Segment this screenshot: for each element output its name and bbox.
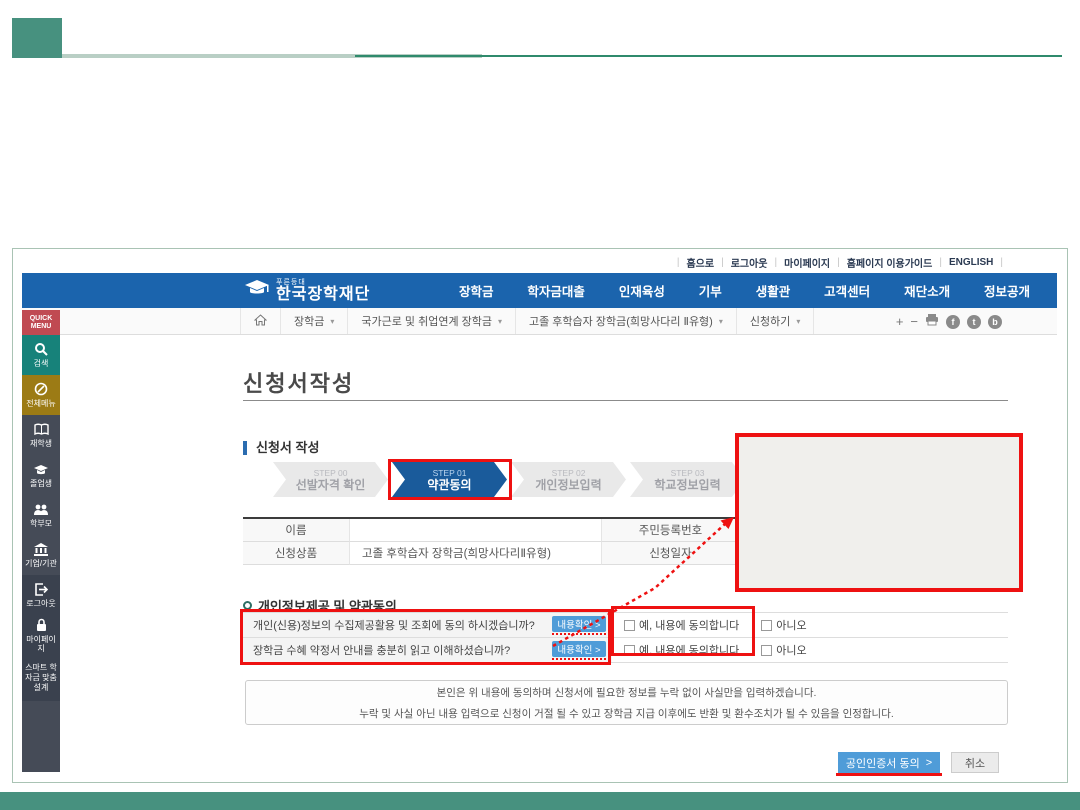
sidebar-item-graduate[interactable]: 졸업생	[22, 455, 60, 495]
page-title: 신청서작성	[243, 366, 354, 398]
utility-link-mypage[interactable]: 마이페이지	[784, 255, 830, 270]
logo-title: 한국장학재단	[276, 287, 370, 302]
zoom-out-icon[interactable]: −	[910, 315, 918, 328]
breadcrumb-items: 장학금▾ 국가근로 및 취업연계 장학금▾ 고졸 후학습자 장학금(희망사다리 …	[240, 308, 814, 334]
section-title-application: 신청서 작성	[243, 441, 319, 455]
zoom-in-icon[interactable]: +	[896, 315, 904, 328]
checkbox-icon[interactable]	[761, 620, 772, 631]
nav-item-disclosure[interactable]: 정보공개	[984, 281, 1030, 300]
graduation-cap-logo-icon	[244, 278, 270, 303]
separator: |	[775, 257, 778, 268]
search-icon	[34, 342, 48, 356]
utility-link-english[interactable]: ENGLISH	[949, 257, 993, 268]
nav-item-dormitory[interactable]: 생활관	[756, 281, 791, 300]
title-divider	[243, 400, 1008, 401]
notice-box: 본인은 위 내용에 동의하며 신청서에 필요한 정보를 누락 없이 사실만을 입…	[245, 680, 1008, 725]
twitter-icon[interactable]: t	[967, 315, 981, 329]
print-icon[interactable]	[925, 313, 939, 331]
page-tools: + − f t b	[896, 308, 1002, 335]
breadcrumb-work-scholarship[interactable]: 국가근로 및 취업연계 장학금▾	[348, 308, 516, 334]
breadcrumb-scholarship[interactable]: 장학금▾	[281, 308, 348, 334]
people-icon	[33, 503, 49, 516]
logout-icon	[34, 583, 48, 596]
sidebar-item-all-menu[interactable]: 전체메뉴	[22, 375, 60, 415]
lock-icon	[35, 618, 48, 632]
facebook-icon[interactable]: f	[946, 315, 960, 329]
separator: |	[721, 257, 724, 268]
separator: |	[939, 257, 942, 268]
sidebar-item-logout[interactable]: 로그아웃	[22, 575, 60, 615]
breadcrumb-program[interactable]: 고졸 후학습자 장학금(희망사다리 Ⅱ유형)▾	[516, 308, 737, 334]
checkbox-icon[interactable]	[761, 645, 772, 656]
step-00-eligibility[interactable]: STEP 00 선발자격 확인	[273, 462, 388, 497]
chevron-down-icon: ▾	[330, 317, 334, 326]
table-header-apply-date: 신청일자	[602, 542, 740, 565]
notice-line-2: 누락 및 사실 아닌 내용 입력으로 신청이 거절 될 수 있고 장학금 지급 …	[359, 706, 894, 721]
nav-item-about[interactable]: 재단소개	[904, 281, 950, 300]
table-value-name	[350, 519, 602, 542]
table-header-resident-number: 주민등록번호	[602, 519, 740, 542]
table-header-product: 신청상품	[243, 542, 350, 565]
book-icon	[34, 423, 49, 436]
top-navigation-bar: 푸른등대 한국장학재단 장학금 학자금대출 인재육성 기부 생활관 고객센터 재…	[22, 273, 1057, 308]
graduation-cap-icon	[33, 463, 49, 476]
nav-item-scholarship[interactable]: 장학금	[459, 281, 494, 300]
sidebar-item-smart-plan[interactable]: 스마트 학자금 맞춤설계	[22, 655, 60, 701]
utility-links: | 홈으로 | 로그아웃 | 마이페이지 | 홈페이지 이용가이드 | ENGL…	[0, 255, 1010, 270]
quick-menu-sidebar: QUICK MENU 검색 전체메뉴 재학생 졸업생 학부모 기업/기관 로그아…	[22, 310, 60, 772]
breadcrumb: 장학금▾ 국가근로 및 취업연계 장학금▾ 고졸 후학습자 장학금(희망사다리 …	[22, 308, 1057, 335]
annotation-box-checkboxes	[611, 606, 755, 656]
notice-line-1: 본인은 위 내용에 동의하며 신청서에 필요한 정보를 누락 없이 사실만을 입…	[437, 685, 817, 700]
nav-item-customer-center[interactable]: 고객센터	[824, 281, 870, 300]
screenshot-canvas: | 홈으로 | 로그아웃 | 마이페이지 | 홈페이지 이용가이드 | ENGL…	[0, 0, 1080, 810]
home-icon	[254, 314, 267, 329]
chevron-down-icon: ▾	[719, 317, 723, 326]
sidebar-item-mypage[interactable]: 마이페이지	[22, 615, 60, 655]
chevron-down-icon: ▾	[796, 317, 800, 326]
separator: |	[837, 257, 840, 268]
compass-icon	[34, 382, 48, 396]
breadcrumb-home[interactable]	[240, 308, 281, 334]
separator: |	[677, 257, 680, 268]
table-header-name: 이름	[243, 519, 350, 542]
utility-link-guide[interactable]: 홈페이지 이용가이드	[847, 255, 933, 270]
sidebar-item-corporation[interactable]: 기업/기관	[22, 535, 60, 575]
annotation-redacted-box	[735, 433, 1023, 592]
step-02-personal-info[interactable]: STEP 02 개인정보입력	[511, 462, 626, 497]
annotation-underline	[836, 773, 942, 776]
chevron-right-icon: >	[926, 757, 932, 769]
agree-no-checkbox[interactable]: 아니오	[761, 642, 806, 658]
sidebar-item-parents[interactable]: 학부모	[22, 495, 60, 535]
bank-icon	[33, 543, 49, 556]
step-03-school-info[interactable]: STEP 03 학교정보입력	[630, 462, 745, 497]
header-rule-dark	[355, 55, 1062, 57]
site-logo[interactable]: 푸른등대 한국장학재단	[244, 273, 370, 308]
separator: |	[1000, 257, 1003, 268]
chevron-down-icon: ▾	[498, 317, 502, 326]
sidebar-item-search[interactable]: 검색	[22, 335, 60, 375]
sidebar-item-enrolled-student[interactable]: 재학생	[22, 415, 60, 455]
footer-bar	[0, 792, 1080, 810]
utility-link-logout[interactable]: 로그아웃	[731, 255, 768, 270]
blog-icon[interactable]: b	[988, 315, 1002, 329]
breadcrumb-apply[interactable]: 신청하기▾	[737, 308, 815, 334]
nav-item-donation[interactable]: 기부	[699, 281, 722, 300]
agree-no-checkbox[interactable]: 아니오	[761, 617, 806, 633]
table-value-product: 고졸 후학습자 장학금(희망사다리Ⅱ유형)	[350, 542, 602, 565]
nav-item-student-loan[interactable]: 학자금대출	[527, 281, 585, 300]
header-accent-square	[12, 18, 62, 58]
main-menu: 장학금 학자금대출 인재육성 기부 생활관 고객센터 재단소개 정보공개	[442, 273, 1047, 308]
annotation-box-questions	[240, 609, 611, 665]
sidebar-filler	[22, 701, 60, 772]
quick-menu-title: QUICK MENU	[22, 310, 60, 335]
annotation-box-active-step	[388, 459, 512, 500]
cancel-button[interactable]: 취소	[951, 752, 999, 773]
certificate-agree-button[interactable]: 공인인증서 동의 >	[838, 752, 940, 773]
utility-link-home[interactable]: 홈으로	[686, 255, 714, 270]
nav-item-talent[interactable]: 인재육성	[619, 281, 665, 300]
